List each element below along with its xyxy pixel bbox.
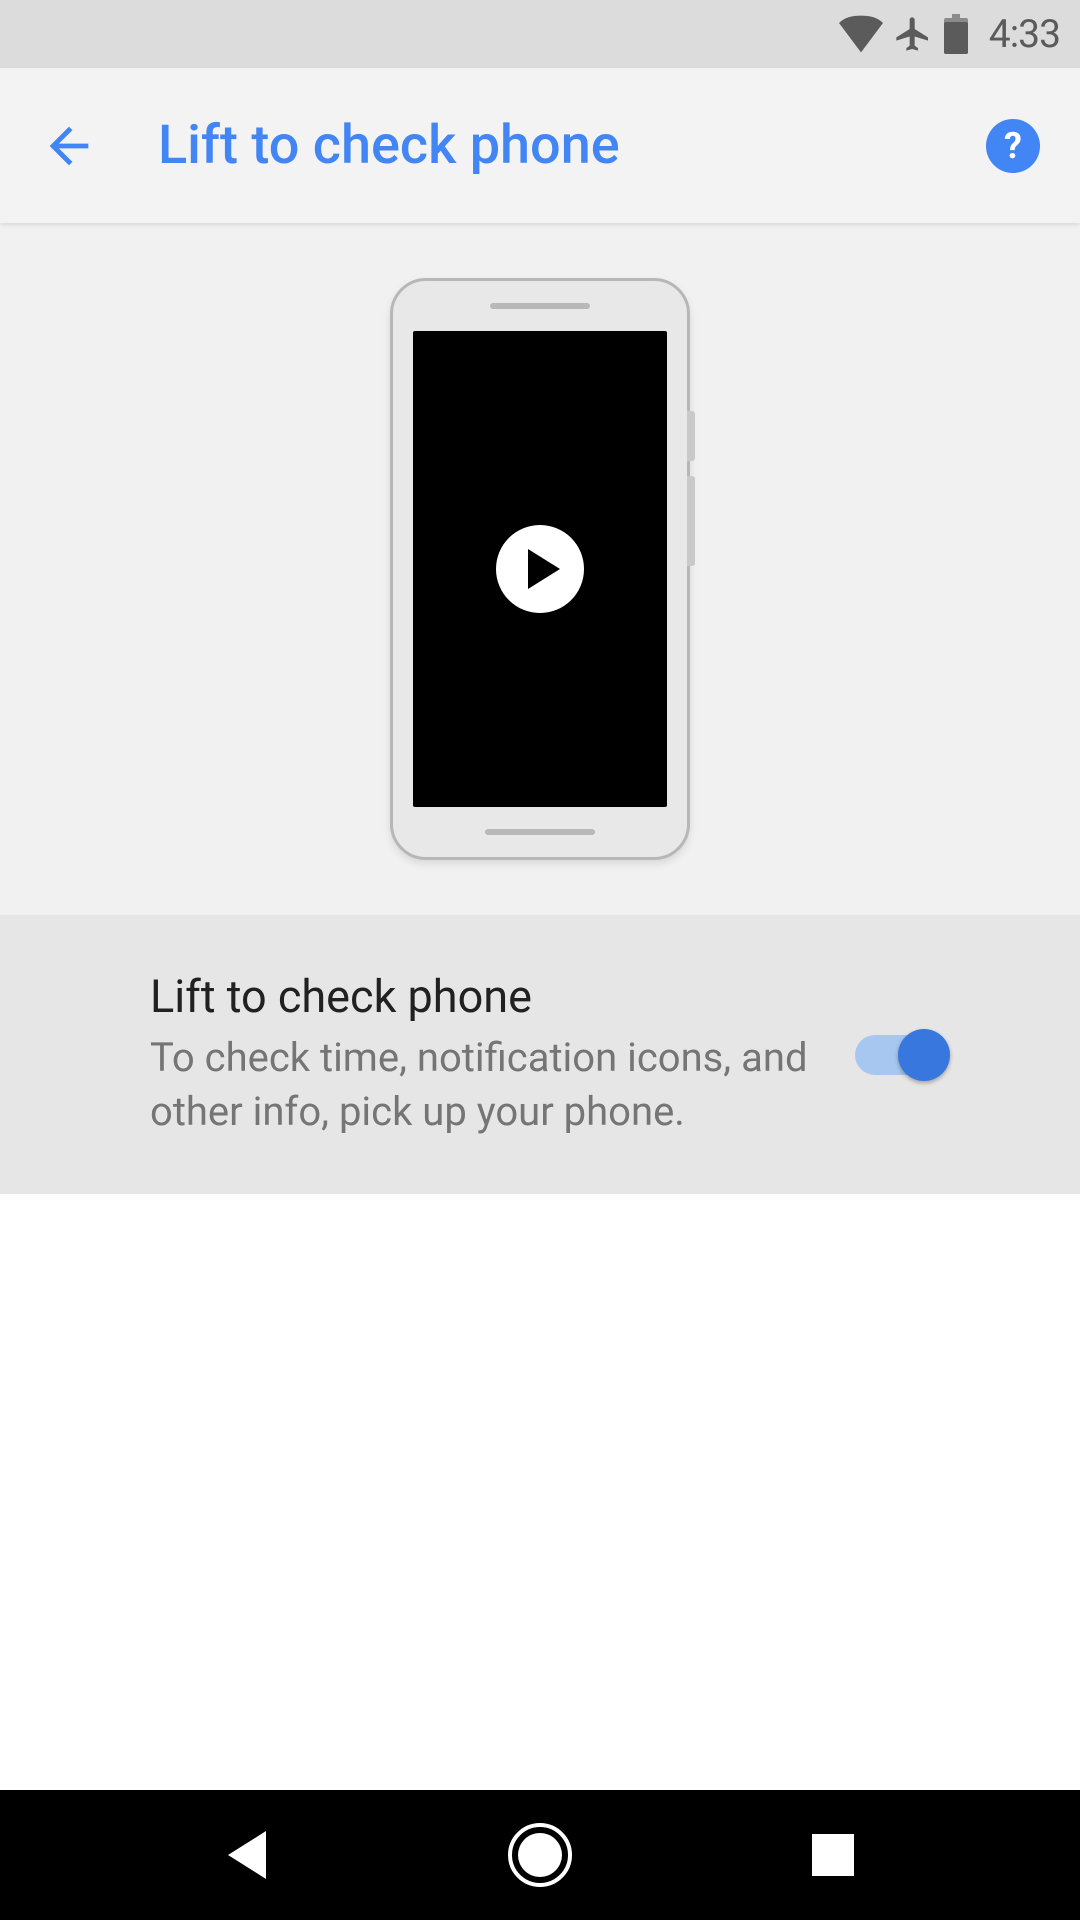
setting-text: Lift to check phone To check time, notif…: [150, 970, 855, 1139]
play-icon: [528, 549, 560, 589]
nav-recents-button[interactable]: [778, 1834, 888, 1876]
phone-illustration: [390, 278, 690, 860]
nav-back-button[interactable]: [192, 1831, 302, 1879]
status-time: 4:33: [989, 11, 1060, 57]
arrow-left-icon: [40, 117, 98, 175]
phone-side-button: [687, 476, 695, 566]
preview-area: [0, 223, 1080, 915]
phone-side-button: [687, 411, 695, 461]
setting-toggle[interactable]: [855, 1035, 950, 1075]
circle-home-icon: [508, 1823, 572, 1887]
help-icon: ?: [1004, 125, 1022, 167]
back-button[interactable]: [40, 117, 98, 175]
help-button[interactable]: ?: [986, 119, 1040, 173]
play-button[interactable]: [496, 525, 584, 613]
nav-home-button[interactable]: [485, 1823, 595, 1887]
square-recents-icon: [812, 1834, 854, 1876]
status-icons: 4:33: [839, 11, 1060, 57]
phone-earpiece: [490, 303, 590, 309]
app-bar: Lift to check phone ?: [0, 68, 1080, 223]
page-title: Lift to check phone: [158, 114, 620, 177]
phone-chin-bar: [485, 829, 595, 835]
status-bar: 4:33: [0, 0, 1080, 68]
preview-video[interactable]: [413, 331, 667, 807]
setting-title: Lift to check phone: [150, 970, 815, 1023]
airplane-icon: [893, 14, 933, 54]
setting-description: To check time, notification icons, and o…: [150, 1031, 815, 1139]
battery-icon: [943, 14, 969, 54]
wifi-icon: [839, 14, 883, 54]
triangle-back-icon: [228, 1831, 266, 1879]
toggle-thumb: [898, 1029, 950, 1081]
navigation-bar: [0, 1790, 1080, 1920]
setting-row[interactable]: Lift to check phone To check time, notif…: [0, 915, 1080, 1194]
